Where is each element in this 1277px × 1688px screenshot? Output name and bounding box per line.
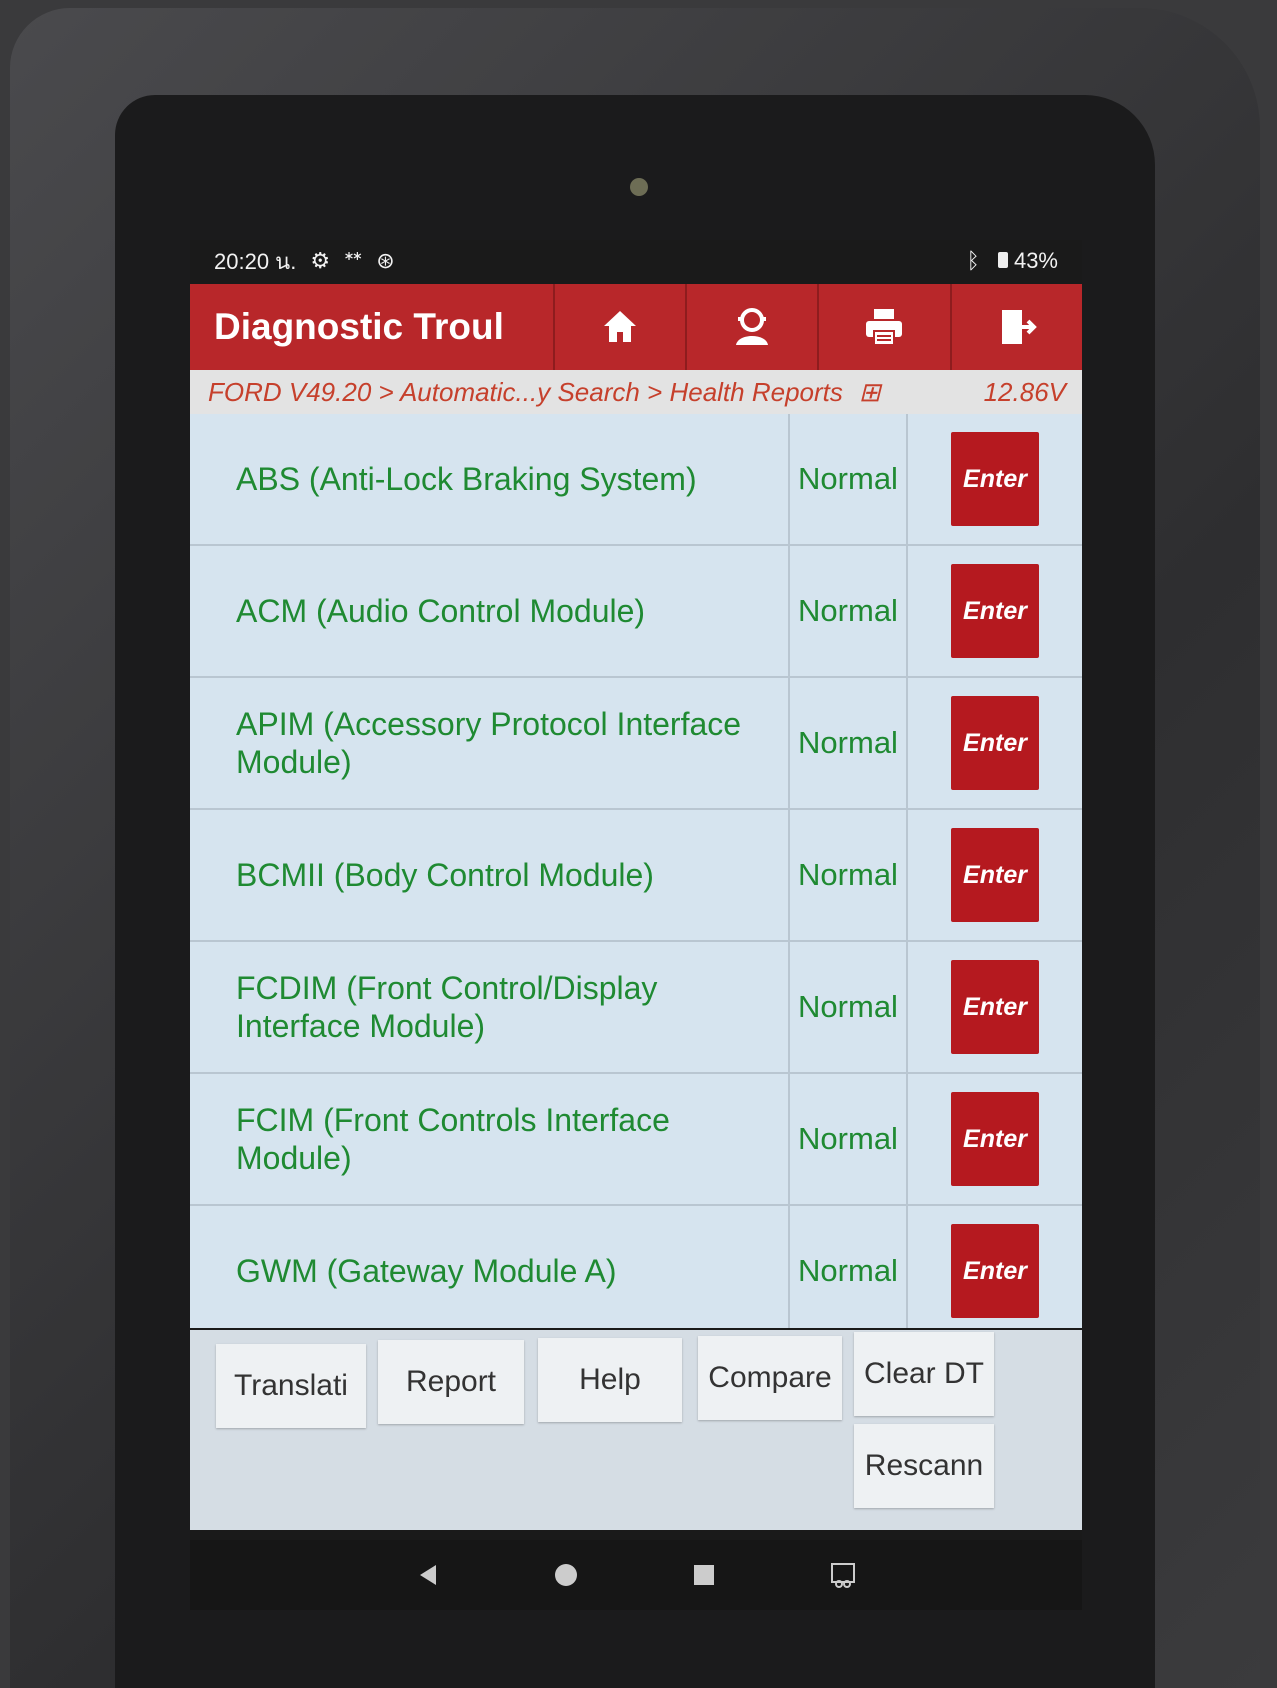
- table-row: ACM (Audio Control Module) Normal Enter: [190, 546, 1082, 678]
- module-name: GWM (Gateway Module A): [190, 1206, 790, 1328]
- module-status: Normal: [790, 414, 908, 544]
- enter-button[interactable]: Enter: [951, 564, 1039, 658]
- report-button[interactable]: Report: [378, 1340, 524, 1424]
- bluetooth-icon: ᛒ: [966, 248, 980, 273]
- home-icon: [603, 311, 636, 342]
- translate-button[interactable]: Translati: [216, 1344, 366, 1428]
- recent-apps-icon[interactable]: [690, 1561, 718, 1589]
- bottom-toolbar: Translati Report Help Compare Clear DT R…: [190, 1330, 1082, 1530]
- module-list[interactable]: ABS (Anti-Lock Braking System) Normal En…: [190, 414, 1082, 1328]
- module-name: ACM (Audio Control Module): [190, 546, 790, 676]
- voltage-readout: 12.86V: [983, 376, 1066, 407]
- enter-button[interactable]: Enter: [951, 960, 1039, 1054]
- module-status: Normal: [790, 942, 908, 1072]
- screen: 20:20 น. ⚙ ᕯ ⊛ ᛒ 43% Diagnostic Troul FO…: [190, 240, 1082, 1610]
- breadcrumb-path: FORD V49.20 > Automatic...y Search > Hea…: [208, 376, 843, 407]
- settings-gear-icon: ⚙: [310, 248, 331, 273]
- compare-button[interactable]: Compare: [698, 1336, 842, 1420]
- page-title: Diagnostic Troul: [214, 306, 504, 347]
- module-name: BCMII (Body Control Module): [190, 810, 790, 940]
- table-row: BCMII (Body Control Module) Normal Enter: [190, 810, 1082, 942]
- enter-button[interactable]: Enter: [951, 432, 1039, 526]
- home-circle-icon[interactable]: [552, 1561, 580, 1589]
- enter-button[interactable]: Enter: [951, 828, 1039, 922]
- enter-button[interactable]: Enter: [951, 1092, 1039, 1186]
- module-status: Normal: [790, 678, 908, 808]
- print-button[interactable]: [817, 284, 949, 370]
- battery-icon: [997, 252, 1008, 268]
- back-icon[interactable]: [414, 1561, 442, 1589]
- rescan-button[interactable]: Rescann: [854, 1424, 994, 1508]
- module-name: APIM (Accessory Protocol Interface Modul…: [190, 678, 790, 808]
- table-row: FCIM (Front Controls Interface Module) N…: [190, 1074, 1082, 1206]
- status-time: 20:20 น.: [214, 248, 297, 274]
- front-camera: [630, 178, 648, 196]
- status-bar: 20:20 น. ⚙ ᕯ ⊛ ᛒ 43%: [190, 240, 1082, 282]
- printer-icon: [866, 309, 903, 346]
- battery-voltage-icon: ⊞: [858, 376, 881, 407]
- battery-status: 43%: [997, 248, 1058, 274]
- table-row: APIM (Accessory Protocol Interface Modul…: [190, 678, 1082, 810]
- support-person-icon: [736, 308, 769, 345]
- enter-button[interactable]: Enter: [951, 696, 1039, 790]
- exit-icon: [1001, 310, 1037, 344]
- android-nav-bar: [190, 1540, 1082, 1610]
- home-button[interactable]: [552, 284, 685, 370]
- table-row: GWM (Gateway Module A) Normal Enter: [190, 1206, 1082, 1328]
- help-button[interactable]: Help: [538, 1338, 682, 1422]
- app-bar: Diagnostic Troul: [190, 284, 1082, 370]
- clear-dtc-button[interactable]: Clear DT: [854, 1332, 994, 1416]
- module-status: Normal: [790, 546, 908, 676]
- screenshot-icon[interactable]: [828, 1560, 858, 1590]
- module-status: Normal: [790, 810, 908, 940]
- module-name: FCDIM (Front Control/Display Interface M…: [190, 942, 790, 1072]
- usb-icon: ᕯ: [344, 248, 363, 273]
- module-name: FCIM (Front Controls Interface Module): [190, 1074, 790, 1204]
- module-status: Normal: [790, 1206, 908, 1328]
- bluetooth-circle-icon: ⊛: [376, 248, 395, 273]
- table-row: FCDIM (Front Control/Display Interface M…: [190, 942, 1082, 1074]
- enter-button[interactable]: Enter: [951, 1224, 1039, 1318]
- module-status: Normal: [790, 1074, 908, 1204]
- exit-button[interactable]: [949, 284, 1082, 370]
- breadcrumb: FORD V49.20 > Automatic...y Search > Hea…: [190, 370, 1082, 414]
- battery-percent: 43%: [1013, 248, 1058, 273]
- module-name: ABS (Anti-Lock Braking System): [190, 414, 790, 544]
- table-row: ABS (Anti-Lock Braking System) Normal En…: [190, 414, 1082, 546]
- support-button[interactable]: [684, 284, 817, 370]
